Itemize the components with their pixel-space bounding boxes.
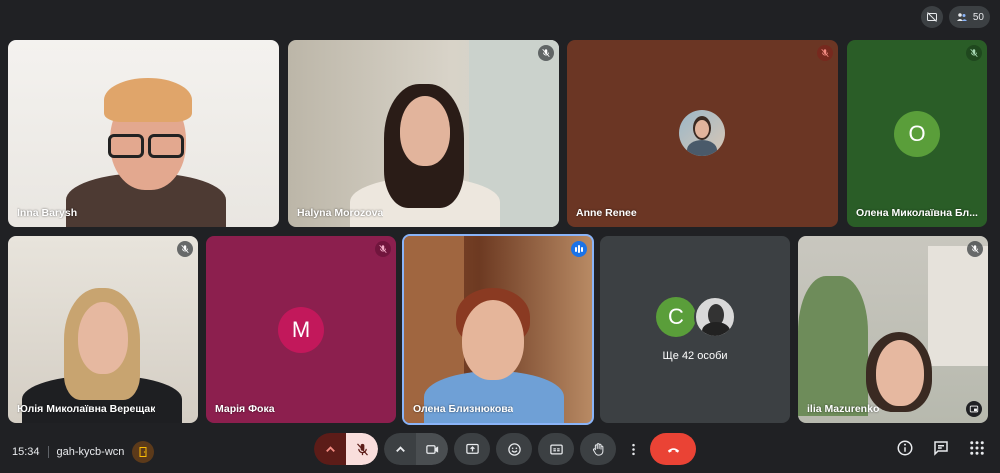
mic-options-button[interactable] <box>314 433 346 465</box>
participant-name: Halyna Morozova <box>297 207 384 219</box>
participant-tile-9[interactable]: ilia Mazurenko <box>798 236 988 423</box>
video-camera-icon <box>425 444 438 454</box>
mic-off-icon <box>181 244 189 254</box>
avatar: C <box>656 297 696 337</box>
bottom-bar: 15:34 gah-kycb-wcn <box>0 427 1000 473</box>
clock: 15:34 <box>12 446 40 458</box>
avatar <box>679 110 725 156</box>
info-icon <box>897 440 913 456</box>
people-icon <box>956 13 967 21</box>
leave-call-button[interactable] <box>650 433 696 465</box>
participants-count: 50 <box>972 11 984 23</box>
speaking-indicator <box>571 241 587 257</box>
participant-name: Inna Barysh <box>17 207 78 219</box>
companion-button[interactable] <box>132 441 155 463</box>
chevron-up-icon <box>325 445 335 452</box>
mic-control-group <box>314 433 378 465</box>
present-button[interactable] <box>454 433 490 465</box>
avatar-group: C <box>656 296 736 338</box>
mic-off-indicator <box>966 45 982 61</box>
participant-video <box>404 236 592 423</box>
picture-in-picture-icon <box>969 405 979 413</box>
hand-icon <box>592 442 603 456</box>
others-tile[interactable]: C Ще 42 особи <box>600 236 790 423</box>
mic-off-icon <box>379 244 387 254</box>
pip-button[interactable] <box>966 401 982 417</box>
mic-off-icon <box>970 48 978 58</box>
participant-name: Марія Фока <box>215 403 275 415</box>
camera-toggle-button[interactable] <box>416 433 448 465</box>
camera-off-icon <box>926 12 937 22</box>
mic-off-indicator <box>375 241 391 257</box>
mic-off-icon <box>356 442 368 456</box>
raise-hand-button[interactable] <box>580 433 616 465</box>
meeting-code: gah-kycb-wcn <box>56 446 125 458</box>
participant-name: Anne Renee <box>576 207 637 219</box>
participant-name: Юлія Миколаївна Верещак <box>17 403 156 415</box>
participants-button[interactable]: 50 <box>948 6 990 28</box>
participant-tile-6[interactable]: M Марія Фока <box>206 236 396 423</box>
present-screen-icon <box>465 443 479 454</box>
chevron-up-icon <box>395 445 405 452</box>
more-vert-icon <box>631 443 635 455</box>
participant-tile-3[interactable]: Anne Renee <box>567 40 838 227</box>
mic-off-indicator <box>538 45 554 61</box>
chat-icon <box>934 441 948 456</box>
top-bar: 50 <box>920 6 990 28</box>
more-options-button[interactable] <box>622 433 644 465</box>
camera-off-button[interactable] <box>920 6 943 28</box>
mic-off-icon <box>971 244 979 254</box>
camera-options-button[interactable] <box>384 433 416 465</box>
side-panel-controls <box>894 437 988 459</box>
apps-grid-icon <box>970 441 984 455</box>
mic-off-indicator <box>177 241 193 257</box>
participant-video <box>8 236 198 423</box>
mic-off-indicator <box>817 45 833 61</box>
captions-button[interactable] <box>538 433 574 465</box>
participant-name: ilia Mazurenko <box>807 403 880 415</box>
chat-button[interactable] <box>930 437 952 459</box>
others-count-label: Ще 42 особи <box>662 350 728 362</box>
participant-name: Олена Близнюкова <box>413 403 514 415</box>
participant-video <box>798 236 988 423</box>
participant-name: Олена Миколаївна Бл... <box>856 207 978 219</box>
mic-off-icon <box>542 48 550 58</box>
hang-up-icon <box>667 447 679 453</box>
divider <box>47 446 49 458</box>
meeting-details-button[interactable] <box>894 437 916 459</box>
participant-tile-2[interactable]: Halyna Morozova <box>288 40 559 227</box>
avatar: M <box>278 306 324 353</box>
activities-button[interactable] <box>966 437 988 459</box>
participant-tile-7[interactable]: Олена Близнюкова <box>402 234 594 425</box>
call-controls <box>314 433 696 465</box>
avatar <box>694 296 736 338</box>
participant-video <box>288 40 559 227</box>
meeting-info: 15:34 gah-kycb-wcn <box>12 441 155 463</box>
avatar: О <box>894 110 940 157</box>
mic-toggle-button[interactable] <box>346 433 378 465</box>
participant-video <box>8 40 279 227</box>
mic-off-indicator <box>967 241 983 257</box>
participant-tile-5[interactable]: Юлія Миколаївна Верещак <box>8 236 198 423</box>
camera-control-group <box>384 433 448 465</box>
mic-off-icon <box>821 48 829 58</box>
captions-icon <box>549 444 563 454</box>
emoji-icon <box>507 442 521 456</box>
reactions-button[interactable] <box>496 433 532 465</box>
participant-tile-4[interactable]: О Олена Миколаївна Бл... <box>847 40 987 227</box>
door-icon <box>139 447 147 457</box>
participant-tile-1[interactable]: Inna Barysh <box>8 40 279 227</box>
